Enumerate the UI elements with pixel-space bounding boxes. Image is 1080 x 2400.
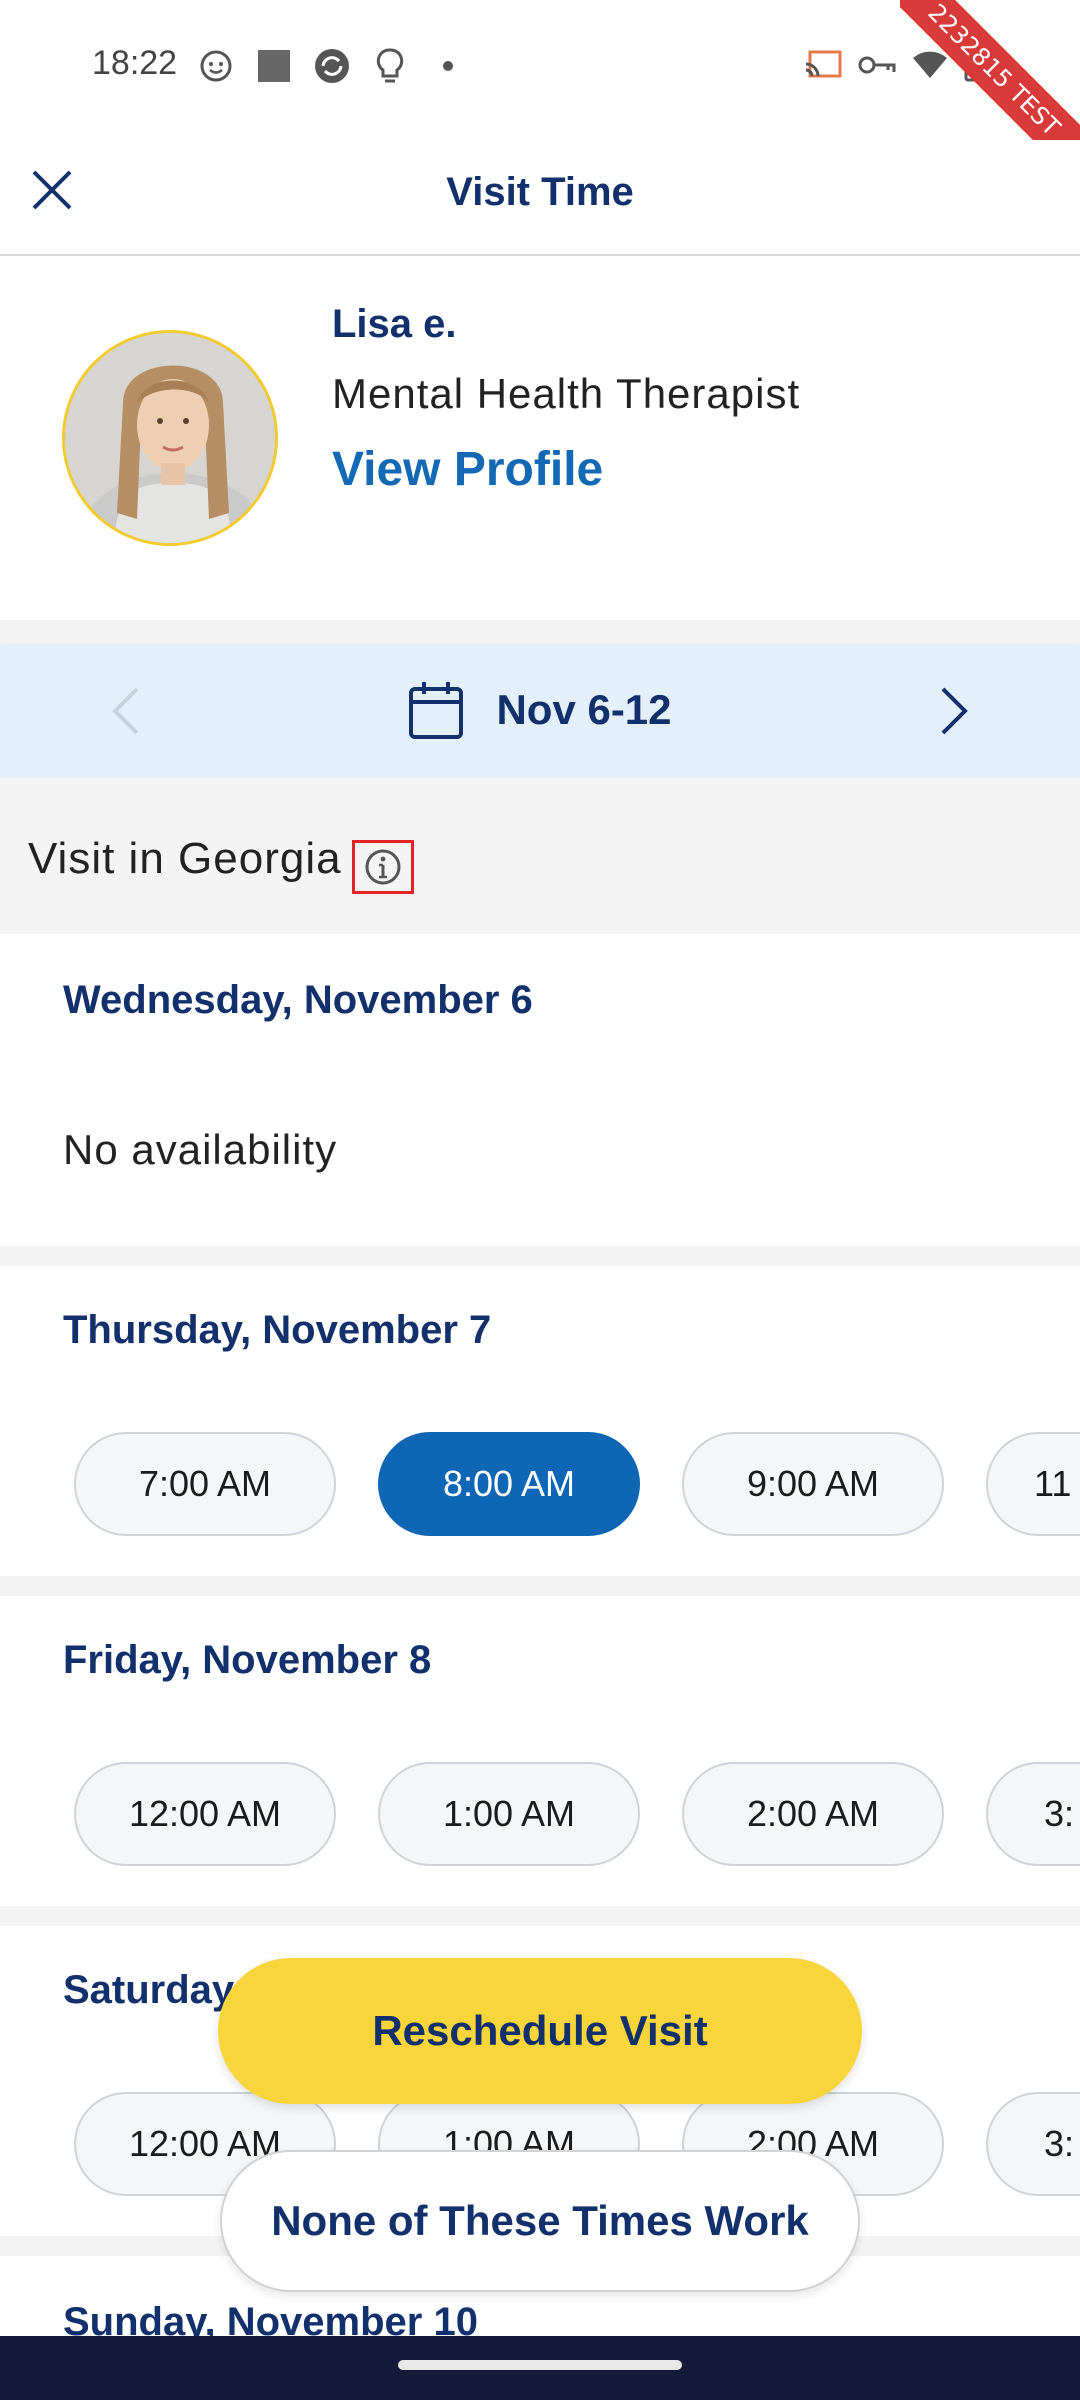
day-section: Wednesday, November 6 No availability [0, 934, 1080, 1246]
sync-app-icon [312, 46, 352, 86]
provider-card: Lisa e. Mental Health Therapist View Pro… [0, 258, 1080, 620]
day-title: Sunday, November 10 [63, 2300, 478, 2336]
section-divider [0, 1906, 1080, 1926]
section-divider [0, 620, 1080, 644]
time-slot[interactable]: 11 [986, 1432, 1080, 1536]
time-slot-row: 12:00 AM 1:00 AM 2:00 AM 3: [74, 1762, 1080, 1866]
week-navigator: Nov 6-12 [0, 644, 1080, 778]
time-slot[interactable]: 3: [986, 1762, 1080, 1866]
none-of-these-times-work-button[interactable]: None of These Times Work [220, 2150, 860, 2292]
day-title: Saturday [63, 1968, 235, 2012]
square-icon [254, 46, 294, 86]
time-slot-selected[interactable]: 8:00 AM [378, 1432, 640, 1536]
section-divider [0, 1246, 1080, 1266]
lightbulb-icon [370, 46, 410, 86]
day-title: Thursday, November 7 [63, 1308, 492, 1352]
location-label: Visit in Georgia [28, 834, 342, 883]
provider-role: Mental Health Therapist [332, 370, 801, 417]
dot-icon [428, 46, 468, 86]
day-section: Friday, November 8 12:00 AM 1:00 AM 2:00… [0, 1596, 1080, 1906]
day-title: Wednesday, November 6 [63, 978, 533, 1022]
provider-name: Lisa e. [332, 302, 457, 346]
notification-icons [196, 46, 468, 86]
view-profile-link[interactable]: View Profile [332, 442, 603, 497]
day-section: Thursday, November 7 7:00 AM 8:00 AM 9:0… [0, 1266, 1080, 1576]
cast-icon [804, 50, 842, 85]
visit-location: Visit in Georgia [0, 778, 1080, 934]
time-slot[interactable]: 3: [986, 2092, 1080, 2196]
time-slot-row: 7:00 AM 8:00 AM 9:00 AM 11 [74, 1432, 1080, 1536]
day-title: Friday, November 8 [63, 1638, 432, 1682]
section-divider [0, 1576, 1080, 1596]
status-bar: 18:22 2232815 TEST [0, 0, 1080, 180]
info-button[interactable] [352, 840, 414, 894]
app-bar: Visit Time [0, 140, 1080, 256]
calendar-icon [409, 682, 464, 739]
status-time: 18:22 [92, 44, 178, 82]
smiley-icon [196, 46, 236, 86]
page-title: Visit Time [446, 170, 634, 214]
time-slot[interactable]: 7:00 AM [74, 1432, 336, 1536]
time-slot[interactable]: 2:00 AM [682, 1762, 944, 1866]
info-icon [365, 849, 401, 885]
time-slot[interactable]: 9:00 AM [682, 1432, 944, 1536]
time-slot[interactable]: 1:00 AM [378, 1762, 640, 1866]
time-slot[interactable]: 12:00 AM [74, 1762, 336, 1866]
next-week-button[interactable] [924, 680, 984, 742]
no-availability-text: No availability [63, 1126, 338, 1173]
vpn-key-icon [858, 53, 896, 82]
chevron-right-icon [941, 687, 968, 735]
week-label: Nov 6-12 [496, 686, 672, 733]
reschedule-visit-button[interactable]: Reschedule Visit [218, 1958, 862, 2104]
system-nav-bar [0, 2336, 1080, 2400]
provider-avatar [62, 330, 278, 546]
week-range[interactable]: Nov 6-12 [0, 680, 1080, 740]
home-gesture-handle[interactable] [398, 2360, 682, 2370]
